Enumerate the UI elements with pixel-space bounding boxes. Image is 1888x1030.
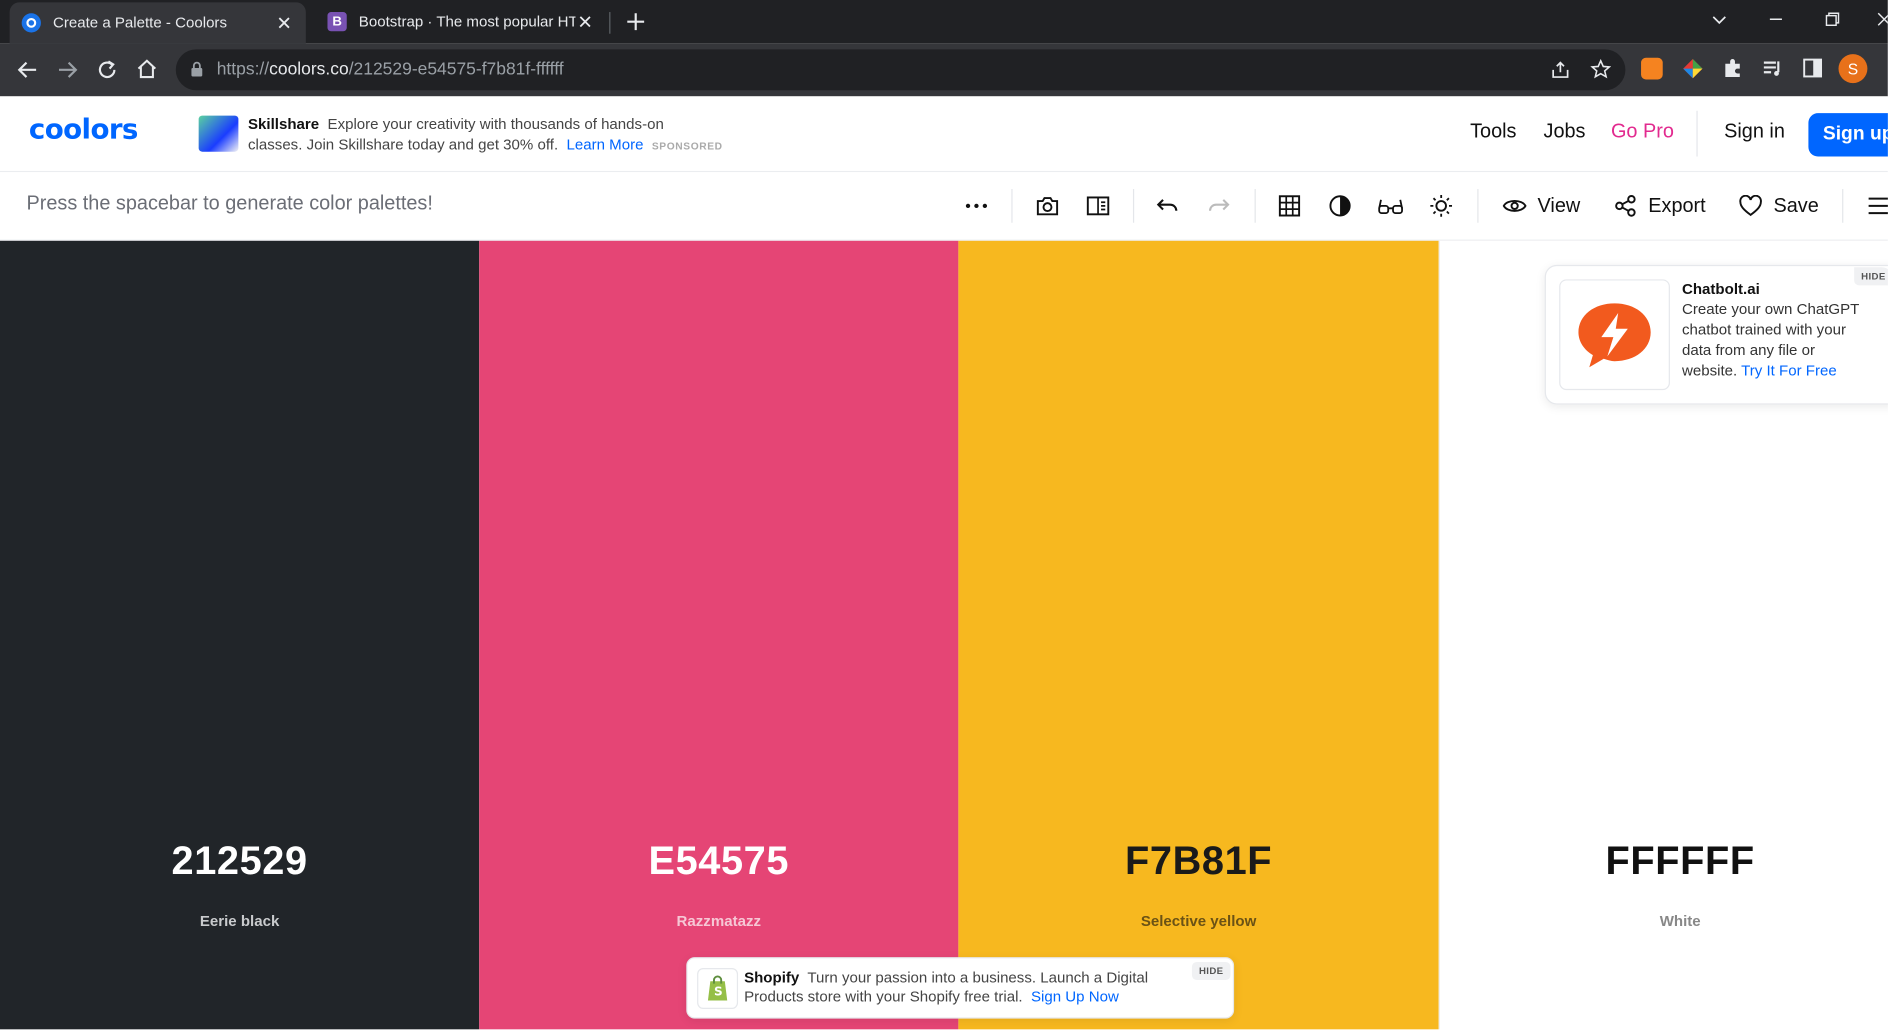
tab-divider [609, 12, 611, 34]
view-button[interactable]: View [1502, 190, 1581, 221]
nav-go-pro[interactable]: Go Pro [1611, 120, 1674, 143]
side-panel-icon[interactable] [1802, 58, 1823, 78]
bookmark-star-icon[interactable] [1590, 58, 1611, 79]
nav-sign-in[interactable]: Sign in [1724, 120, 1785, 143]
color-hex[interactable]: E54575 [479, 838, 958, 884]
nav-divider [1696, 110, 1698, 157]
skillshare-ad[interactable]: Skillshare Explore your creativity with … [248, 114, 766, 155]
color-hex[interactable]: 212529 [0, 838, 479, 884]
tab-title: Bootstrap · The most popular HTML [358, 13, 576, 31]
svg-text:S: S [714, 985, 723, 999]
toolbar-divider [1477, 189, 1479, 223]
chatbolt-cta-link[interactable]: Try It For Free [1741, 362, 1837, 379]
close-tab-icon[interactable] [576, 12, 595, 31]
export-button[interactable]: Export [1613, 190, 1706, 221]
hamburger-menu-icon[interactable] [1866, 193, 1888, 219]
tab-title: Create a Palette - Coolors [52, 14, 227, 32]
profile-avatar[interactable]: S [1838, 54, 1868, 84]
color-hex[interactable]: F7B81F [958, 838, 1438, 884]
coolors-logo[interactable]: coolors [29, 114, 139, 145]
sponsored-tag: SPONSORED [651, 139, 723, 152]
url-path: /212529-e54575-f7b81f-ffffff [348, 60, 564, 80]
extension-color-icon[interactable] [1682, 58, 1704, 80]
shopify-cta-link[interactable]: Sign Up Now [1031, 988, 1119, 1005]
minimize-icon[interactable] [1767, 11, 1784, 28]
more-options-icon[interactable] [963, 193, 989, 219]
reload-icon[interactable] [96, 59, 118, 81]
brightness-icon[interactable] [1428, 193, 1454, 219]
toolbar-divider [1011, 189, 1013, 223]
ad-line2: classes. Join Skillshare today and get 3… [248, 135, 559, 153]
toolbar-divider [1842, 189, 1844, 223]
color-column-3[interactable]: F7B81F Selective yellow [958, 240, 1439, 1030]
shopify-line2: Products store with your Shopify free tr… [744, 988, 1023, 1006]
toolbar-divider [1254, 189, 1256, 223]
coolors-favicon-icon [21, 13, 41, 33]
url-scheme: https:// [216, 60, 270, 80]
export-label: Export [1648, 194, 1706, 217]
share-nodes-icon [1613, 194, 1648, 218]
shopify-brand: Shopify [744, 969, 800, 987]
heart-icon [1739, 195, 1774, 217]
close-window-icon[interactable] [1876, 11, 1888, 28]
new-tab-icon[interactable] [625, 11, 647, 33]
home-icon[interactable] [136, 58, 158, 80]
share-icon[interactable] [1551, 60, 1570, 79]
shopify-bag-icon: S [697, 968, 739, 1009]
reading-list-icon[interactable] [1761, 58, 1783, 80]
color-name: Selective yellow [1140, 912, 1257, 930]
color-name: Eerie black [199, 912, 280, 930]
address-bar[interactable]: https://coolors.co/212529-e54575-f7b81f-… [175, 49, 1626, 91]
chatbolt-line1: Create your own ChatGPT [1681, 301, 1860, 318]
color-name: White [1659, 912, 1701, 930]
view-panel-icon[interactable] [1085, 193, 1111, 219]
ad-line1: Explore your creativity with thousands o… [327, 115, 664, 133]
sign-up-button[interactable]: Sign up [1808, 113, 1888, 157]
chatbolt-logo-icon [1559, 279, 1670, 391]
color-name: Razzmatazz [676, 912, 762, 930]
ad-cta-link[interactable]: Learn More [567, 135, 644, 152]
shopify-ad[interactable]: S Shopify Turn your passion into a busin… [686, 957, 1235, 1019]
redo-icon[interactable] [1205, 193, 1231, 219]
grid-icon[interactable] [1276, 193, 1302, 219]
save-button[interactable]: Save [1739, 190, 1819, 221]
chatbolt-hide-button[interactable]: HIDE [1854, 267, 1888, 286]
nav-tools[interactable]: Tools [1470, 120, 1516, 143]
tab-bootstrap[interactable]: B Bootstrap · The most popular HTML [315, 0, 606, 43]
save-label: Save [1773, 194, 1819, 217]
tab-search-chevron-icon[interactable] [1711, 11, 1728, 28]
glasses-icon[interactable] [1377, 193, 1403, 219]
close-tab-icon[interactable] [275, 13, 294, 32]
url-host: coolors.co [269, 60, 349, 80]
bootstrap-favicon-icon: B [327, 12, 347, 32]
restore-icon[interactable] [1824, 11, 1841, 28]
chatbolt-ad[interactable]: Chatbolt.ai Create your own ChatGPT chat… [1544, 264, 1888, 405]
undo-icon[interactable] [1155, 193, 1181, 219]
chatbolt-line2: chatbot trained with your [1681, 321, 1846, 339]
chatbolt-line4: website. [1681, 362, 1738, 380]
ad-brand: Skillshare [248, 115, 320, 133]
spacebar-hint: Press the spacebar to generate color pal… [26, 192, 433, 215]
color-column-1[interactable]: 212529 Eerie black [0, 240, 480, 1030]
eye-icon [1502, 197, 1538, 214]
contrast-icon[interactable] [1327, 193, 1353, 219]
back-arrow-icon[interactable] [17, 59, 39, 81]
lock-icon [190, 61, 203, 77]
skillshare-ad-thumbnail[interactable] [198, 115, 239, 152]
forward-arrow-icon[interactable] [57, 59, 79, 81]
color-hex[interactable]: FFFFFF [1440, 838, 1888, 884]
tab-coolors[interactable]: Create a Palette - Coolors [9, 2, 306, 44]
camera-icon[interactable] [1034, 193, 1060, 219]
shopify-line1: Turn your passion into a business. Launc… [807, 969, 1149, 987]
view-label: View [1537, 194, 1581, 217]
shopify-hide-button[interactable]: HIDE [1191, 961, 1231, 981]
nav-jobs[interactable]: Jobs [1544, 120, 1586, 143]
extensions-puzzle-icon[interactable] [1722, 58, 1744, 80]
extension-orange-icon[interactable] [1641, 57, 1663, 80]
toolbar-divider [1132, 189, 1135, 223]
color-column-2[interactable]: E54575 Razzmatazz [479, 240, 959, 1030]
chatbolt-line3: data from any file or [1681, 341, 1815, 359]
